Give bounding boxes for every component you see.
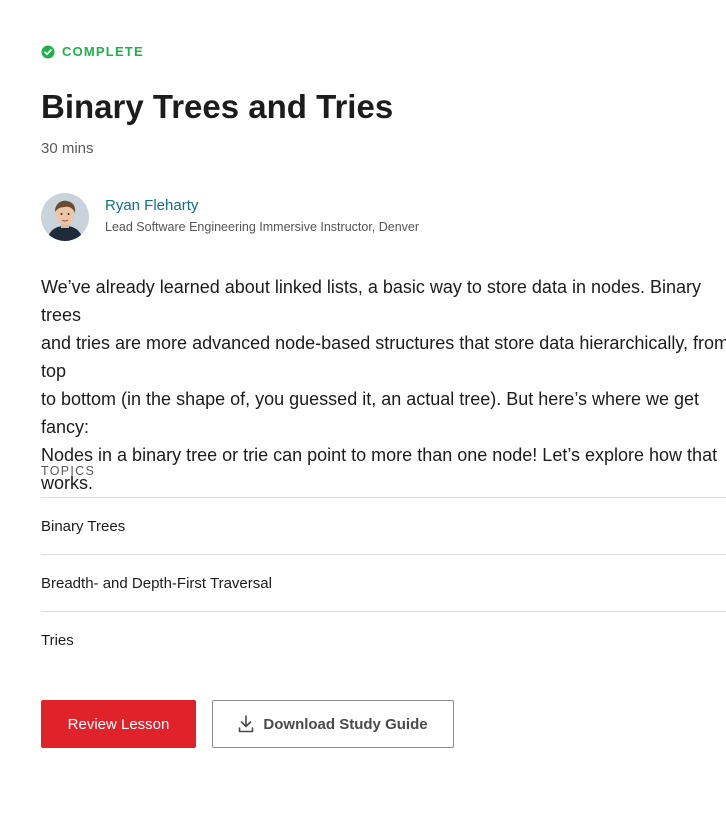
avatar [41,193,89,241]
author-role: Lead Software Engineering Immersive Inst… [105,219,420,234]
download-study-guide-button[interactable]: Download Study Guide [212,700,454,748]
topic-item: Breadth- and Depth-First Traversal [41,555,726,612]
topic-item: Tries [41,631,74,649]
status-indicator: COMPLETE [41,43,144,60]
topic-item: Binary Trees [41,498,726,555]
author-details: Ryan Fleharty Lead Software Engineering … [105,196,419,235]
check-circle-icon [41,45,55,58]
topics-list: Binary Trees Breadth- and Depth-First Tr… [41,497,726,668]
author-card: Ryan Fleharty Lead Software Engineering … [41,193,419,241]
topics-heading: TOPICS [41,464,96,478]
lesson-actions: Review Lesson Download Study Guide [41,700,454,748]
download-icon [239,715,254,733]
author-name-link[interactable]: Ryan Fleharty [105,196,419,216]
page-title: Binary Trees and Tries [41,88,394,125]
review-lesson-button[interactable]: Review Lesson [41,700,196,748]
lesson-duration: 30 mins [41,140,94,157]
status-label: COMPLETE [62,44,144,59]
lesson-description: We’ve already learned about linked lists… [41,277,726,493]
download-study-guide-label: Download Study Guide [263,715,428,733]
